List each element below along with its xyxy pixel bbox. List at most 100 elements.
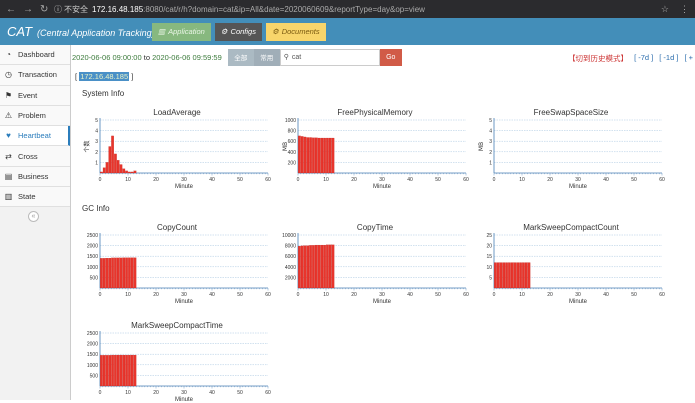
y-tick-label: 500	[90, 373, 99, 379]
bar	[499, 262, 503, 289]
y-tick-label: 8000	[285, 244, 296, 250]
bar	[119, 354, 123, 387]
chart-copy-count: CopyCount 500 1000 1500 2000 2500 0 10 20 30 40 50 6…	[82, 223, 272, 305]
y-tick-label: 3	[95, 139, 98, 145]
search-input[interactable]: ⚲ cat	[279, 48, 380, 66]
bar	[312, 245, 315, 289]
bar	[111, 135, 114, 174]
bar	[133, 354, 137, 387]
browser-toolbar: ← → ↻ ⓘ 不安全 172.16.48.185:8080/cat/r/h?d…	[0, 0, 695, 18]
bar	[125, 257, 128, 289]
bar	[312, 137, 315, 174]
back-icon[interactable]: ←	[6, 4, 16, 15]
sidebar-item-dashboard[interactable]: ◔ Dashboard	[0, 45, 70, 66]
bar	[303, 136, 307, 174]
x-tick-label: 30	[181, 292, 187, 298]
search-value: cat	[291, 53, 302, 61]
bookmark-star-icon[interactable]: ☆	[661, 4, 669, 15]
bar	[326, 137, 329, 174]
address-bar[interactable]: 172.16.48.185:8080/cat/r/h?domain=cat&ip…	[92, 5, 425, 14]
minus-7d-link[interactable]: [ -7d ]	[634, 53, 653, 64]
plus-link[interactable]: [ +	[684, 53, 693, 64]
y-tick-label: 6000	[285, 254, 296, 260]
x-tick-label: 40	[407, 177, 413, 183]
more-icon[interactable]: ⋮	[680, 4, 689, 15]
y-tick-label: 1500	[87, 254, 98, 260]
x-axis-label: Minute	[569, 299, 588, 305]
bar	[128, 257, 131, 289]
table-icon: ▤	[4, 171, 13, 181]
y-axis-label: 个数	[83, 140, 91, 152]
x-tick-label: 30	[575, 177, 581, 183]
x-tick-label: 10	[125, 292, 131, 298]
clock-icon: ◷	[5, 70, 12, 80]
sidebar-item-event[interactable]: ⚑ Event	[0, 85, 70, 106]
configs-button[interactable]: ⚙ Configs	[214, 22, 262, 41]
x-tick-label: 10	[125, 177, 131, 183]
sidebar-item-business[interactable]: ▤ Business	[0, 166, 70, 188]
bar	[102, 258, 106, 289]
y-tick-label: 1500	[87, 352, 98, 358]
reload-icon[interactable]: ↻	[40, 4, 48, 15]
sidebar-item-heartbeat[interactable]: ♥ Heartbeat	[0, 126, 70, 147]
minus-1d-link[interactable]: [ -1d ]	[659, 53, 678, 64]
x-tick-label: 0	[493, 292, 496, 298]
chart-mark-sweep-compact-time: MarkSweepCompactTime 500 1000 1500 2000 2500 0…	[82, 321, 272, 403]
bar	[505, 262, 508, 289]
security-indicator[interactable]: ⓘ 不安全	[54, 4, 88, 15]
brand[interactable]: CAT (Central Application Tracking)	[0, 24, 155, 39]
bar	[510, 262, 514, 289]
x-axis-label: Minute	[373, 299, 392, 305]
url-host: 172.16.48.185	[92, 4, 144, 14]
documents-button[interactable]: ⚙ Documents	[265, 22, 326, 41]
bar	[328, 244, 332, 289]
y-tick-label: 1000	[87, 363, 98, 369]
ip-link[interactable]: 172.16.48.185	[79, 72, 130, 81]
ip-selector: [ 172.16.48.185 ]	[75, 72, 133, 81]
sidebar-item-state[interactable]: ▥ State	[0, 187, 70, 208]
sidebar-item-label: State	[18, 192, 36, 202]
tab-common[interactable]: 常用	[253, 48, 280, 66]
bar	[130, 171, 134, 174]
sidebar-item-problem[interactable]: ⚠ Problem	[0, 105, 70, 127]
x-tick-label: 10	[519, 177, 525, 183]
sidebar: ◔ Dashboard ◷ Transaction ⚑ Event ⚠ Problem …	[0, 45, 71, 400]
sidebar-item-transaction[interactable]: ◷ Transaction	[0, 65, 70, 86]
bar	[116, 354, 120, 387]
chart-free-physical-memory: FreePhysicalMemory 200 400 600 800 1000 0 10 20 3…	[280, 108, 470, 190]
x-tick-label: 40	[407, 292, 413, 298]
x-tick-label: 60	[659, 177, 665, 183]
history-mode-link[interactable]: 【切到历史模式】	[568, 53, 628, 64]
y-axis-label: MB	[478, 142, 485, 151]
bar	[119, 257, 123, 289]
go-button[interactable]: Go	[379, 48, 402, 66]
sidebar-item-label: Transaction	[18, 70, 57, 80]
time-range: 2020-06-06 09:00:00 to 2020-06-06 09:59:…	[72, 53, 222, 62]
sidebar-collapse-button[interactable]: «	[28, 211, 39, 222]
tab-all[interactable]: 全部	[227, 48, 254, 66]
search-icon: ⚲	[283, 54, 289, 61]
sidebar-item-cross[interactable]: ⇄ Cross	[0, 146, 70, 167]
forward-icon[interactable]: →	[23, 4, 33, 15]
x-tick-label: 60	[265, 177, 271, 183]
chart-mark-sweep-compact-count: MarkSweepCompactCount 5 10 15 20 25 0 10 20 30 40 5…	[476, 223, 666, 305]
y-tick-label: 200	[288, 160, 297, 166]
bar	[125, 354, 128, 387]
bar	[331, 137, 335, 174]
y-tick-label: 10000	[282, 233, 296, 239]
alert-icon: ⚠	[4, 111, 13, 121]
bar	[102, 355, 106, 387]
x-tick-label: 40	[603, 177, 609, 183]
x-tick-label: 0	[99, 390, 102, 396]
bar	[130, 354, 134, 387]
time-nav: 【切到历史模式】 [ -7d ] [ -1d ] [ +	[568, 53, 693, 64]
heart-icon: ♥	[6, 131, 11, 141]
y-tick-label: 3	[489, 139, 492, 145]
x-axis-label: Minute	[175, 299, 194, 305]
bar	[524, 262, 528, 289]
x-tick-label: 10	[519, 292, 525, 298]
x-tick-label: 40	[209, 177, 215, 183]
application-button[interactable]: ▥ Application	[152, 22, 211, 41]
x-tick-label: 40	[209, 390, 215, 396]
x-tick-label: 60	[463, 292, 469, 298]
